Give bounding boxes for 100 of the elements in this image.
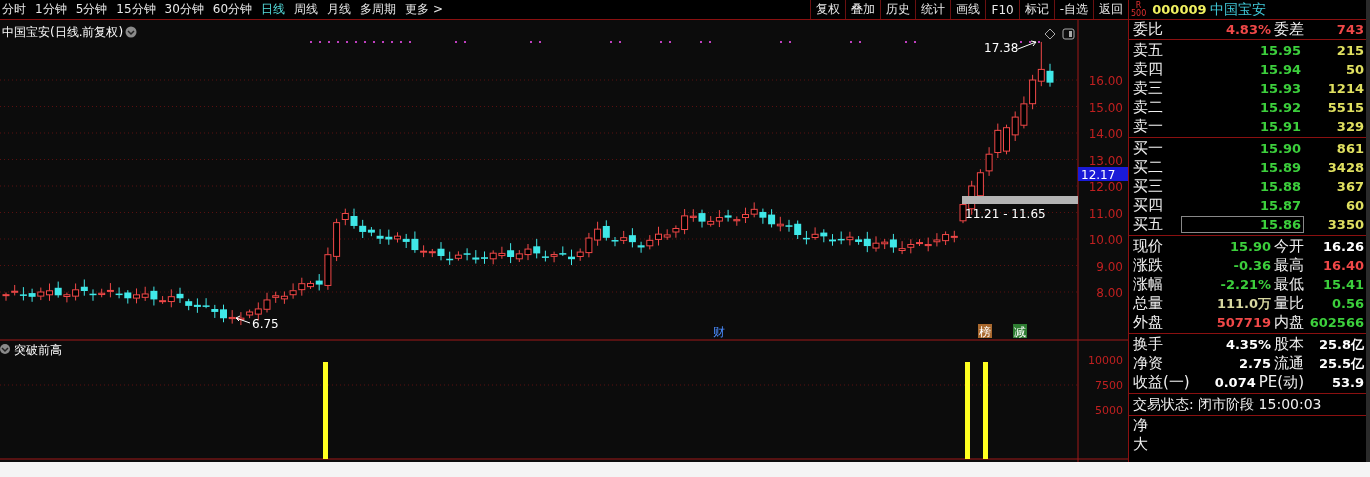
order-volume: 329 [1335,119,1364,134]
field-label: 现价 [1133,237,1164,256]
field-value: 25.5亿 [1317,354,1364,373]
field-value: -0.36 [1232,258,1272,273]
price-axis-label: 14.00 [1088,127,1123,141]
field-value: 507719 [1215,315,1272,330]
order-price[interactable]: 15.94 [1181,61,1304,78]
field-label: 股本 [1274,335,1304,354]
trading-status: 交易状态: 闭市阶段 15:00:03 [1133,395,1322,414]
order-level-label: 买五 [1133,215,1164,234]
order-volume: 60 [1344,198,1364,213]
price-axis-label: 9.00 [1096,259,1123,274]
field-label: 收益(一) [1133,373,1190,392]
timeframe-tab[interactable]: 15分钟 [116,1,156,18]
order-volume: 1214 [1326,81,1364,96]
field-label: 最低 [1274,275,1304,294]
price-axis-label: 15.00 [1088,100,1123,115]
price-range-label: 11.21 - 11.65 [965,207,1046,221]
field-label: 换手 [1133,335,1164,354]
order-price[interactable]: 15.86 [1181,216,1304,233]
indicator-title: 突破前高 [14,343,62,357]
order-level-label: 卖二 [1133,98,1164,117]
order-price[interactable]: 15.92 [1181,99,1304,116]
timeframe-tab[interactable]: 周线 [294,1,319,18]
market-label: R [1135,1,1142,10]
current-price-tag: 12.17 [1078,167,1128,182]
order-level-label: 买三 [1133,177,1164,196]
order-level-label: 卖一 [1133,117,1164,136]
field-label: 大 [1133,435,1149,454]
field-value: 15.41 [1321,277,1364,292]
dropdown-icon[interactable] [125,26,137,38]
field-label: 涨跌 [1133,256,1164,275]
order-volume: 5515 [1326,100,1364,115]
panel-toggle-icon[interactable] [1062,28,1075,40]
order-price[interactable]: 15.87 [1181,197,1304,214]
arrow-icon [1017,40,1037,50]
field-value: 0.56 [1330,296,1364,311]
timeframe-tab[interactable]: 多周期 [360,1,397,18]
stock-code: 000009 [1152,2,1207,17]
indicator-axis-label: 7500 [1095,379,1123,392]
price-axis-label: 13.00 [1088,153,1123,168]
field-label: 涨幅 [1133,275,1164,294]
order-level-label: 卖五 [1133,41,1164,60]
field-value: 4.83% [1224,22,1272,37]
field-label: 委比 [1133,20,1164,39]
order-volume: 861 [1335,141,1364,156]
price-axis-label: 10.00 [1088,233,1123,247]
field-label: 总量 [1133,294,1164,313]
field-label: 净 [1133,416,1149,435]
price-axis-label: 12.00 [1088,180,1123,194]
high-price-label: 17.38 [984,41,1019,55]
field-value: -2.21% [1219,277,1272,292]
field-value: 111.0万 [1215,294,1272,313]
event-marker[interactable]: 减 [1013,324,1027,339]
price-axis-label: 11.00 [1088,206,1123,221]
indicator-axis-label: 10000 [1088,354,1123,367]
timeframe-tab[interactable]: 分时 [2,1,26,18]
field-value: 743 [1335,22,1364,37]
field-label: 最高 [1274,256,1304,275]
indicator-toggle-icon[interactable] [0,344,10,354]
field-label: 流通 [1274,354,1304,373]
order-level-label: 买二 [1133,158,1164,177]
field-value: 16.26 [1321,239,1364,254]
diamond-icon[interactable] [1044,28,1056,40]
price-axis-label: 8.00 [1096,286,1123,300]
timeframe-tab[interactable]: 更多 > [405,1,443,18]
order-price[interactable]: 15.89 [1181,159,1304,176]
field-label: 量比 [1274,294,1304,313]
field-value: 2.75 [1237,356,1272,371]
order-level-label: 买四 [1133,196,1164,215]
field-value: 25.8亿 [1317,335,1364,354]
order-price[interactable]: 15.95 [1181,42,1304,59]
order-price[interactable]: 15.93 [1181,80,1304,97]
event-marker[interactable]: 榜 [978,324,992,339]
indicator-axis-label: 5000 [1095,404,1123,417]
field-label: 内盘 [1274,313,1304,332]
field-value: 602566 [1308,315,1364,330]
order-price[interactable]: 15.91 [1181,118,1304,135]
field-label: 净资 [1133,354,1164,373]
low-price-label: 6.75 [252,317,279,331]
order-volume: 50 [1344,62,1364,77]
order-price[interactable]: 15.88 [1181,178,1304,195]
field-label: 外盘 [1133,313,1164,332]
chart-title: 中国宝安(日线.前复权) [2,25,124,39]
timeframe-tab[interactable]: 60分钟 [212,1,253,18]
field-value: 15.90 [1228,239,1272,254]
order-volume: 367 [1335,179,1364,194]
timeframe-tab[interactable]: 30分钟 [164,1,204,18]
timeframe-tab[interactable]: 1分钟 [35,1,67,18]
order-level-label: 卖三 [1133,79,1164,98]
field-label: 委差 [1274,20,1304,39]
timeframe-tab[interactable]: 月线 [327,1,352,18]
order-volume: 3350 [1326,217,1364,232]
order-price[interactable]: 15.90 [1181,140,1304,157]
timeframe-tab[interactable]: 日线 [261,1,286,18]
stock-name: 中国宝安 [1209,0,1266,19]
timeframe-tab[interactable]: 5分钟 [75,1,108,18]
event-marker[interactable]: 财 [713,325,725,339]
order-level-label: 买一 [1133,139,1164,158]
field-label: 今开 [1274,237,1304,256]
